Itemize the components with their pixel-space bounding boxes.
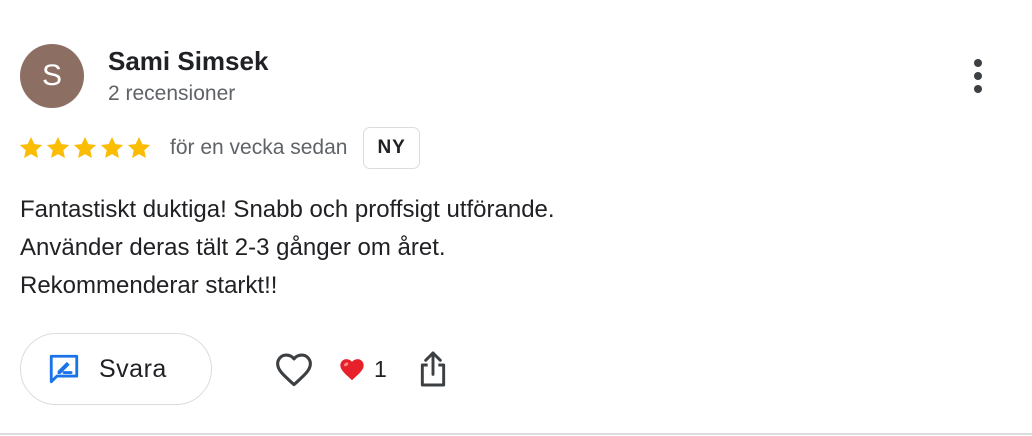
new-badge: NY: [363, 127, 420, 169]
author-name[interactable]: Sami Simsek: [108, 46, 268, 77]
star-icon: [100, 136, 124, 158]
more-options-button[interactable]: [958, 56, 998, 96]
review-text-line: Fantastiskt duktiga! Snabb och proffsigt…: [20, 196, 555, 223]
star-icon: [46, 136, 70, 158]
red-heart-icon: [340, 359, 364, 381]
more-vert-icon: [974, 59, 982, 93]
avatar[interactable]: S: [20, 44, 84, 108]
heart-outline-icon: [276, 353, 312, 387]
review-text: Fantastiskt duktiga! Snabb och proffsigt…: [20, 191, 555, 305]
share-icon: [420, 351, 445, 387]
reaction-summary[interactable]: 1: [338, 356, 387, 383]
star-icon: [19, 136, 43, 158]
star-icon: [127, 136, 151, 158]
review-time: för en vecka sedan: [170, 136, 348, 159]
review-card: S Sami Simsek 2 recensioner för en vecka…: [0, 0, 1032, 436]
review-actions: Svara 1: [20, 331, 453, 407]
avatar-initial: S: [41, 59, 62, 92]
review-count: 2 recensioner: [108, 82, 236, 105]
share-button[interactable]: [413, 347, 453, 391]
reaction-count: 1: [374, 355, 387, 382]
rating-row: för en vecka sedan NY: [18, 126, 420, 170]
divider: [0, 433, 1032, 435]
reply-label: Svara: [99, 354, 167, 383]
star-icon: [73, 136, 97, 158]
rate-review-icon: [49, 354, 79, 384]
review-text-line: Använder deras tält 2-3 gånger om året.: [20, 234, 446, 261]
like-button[interactable]: [272, 347, 316, 391]
review-text-line: Rekommenderar starkt!!: [20, 272, 278, 299]
star-rating: [18, 135, 152, 161]
reply-button[interactable]: Svara: [20, 333, 212, 405]
